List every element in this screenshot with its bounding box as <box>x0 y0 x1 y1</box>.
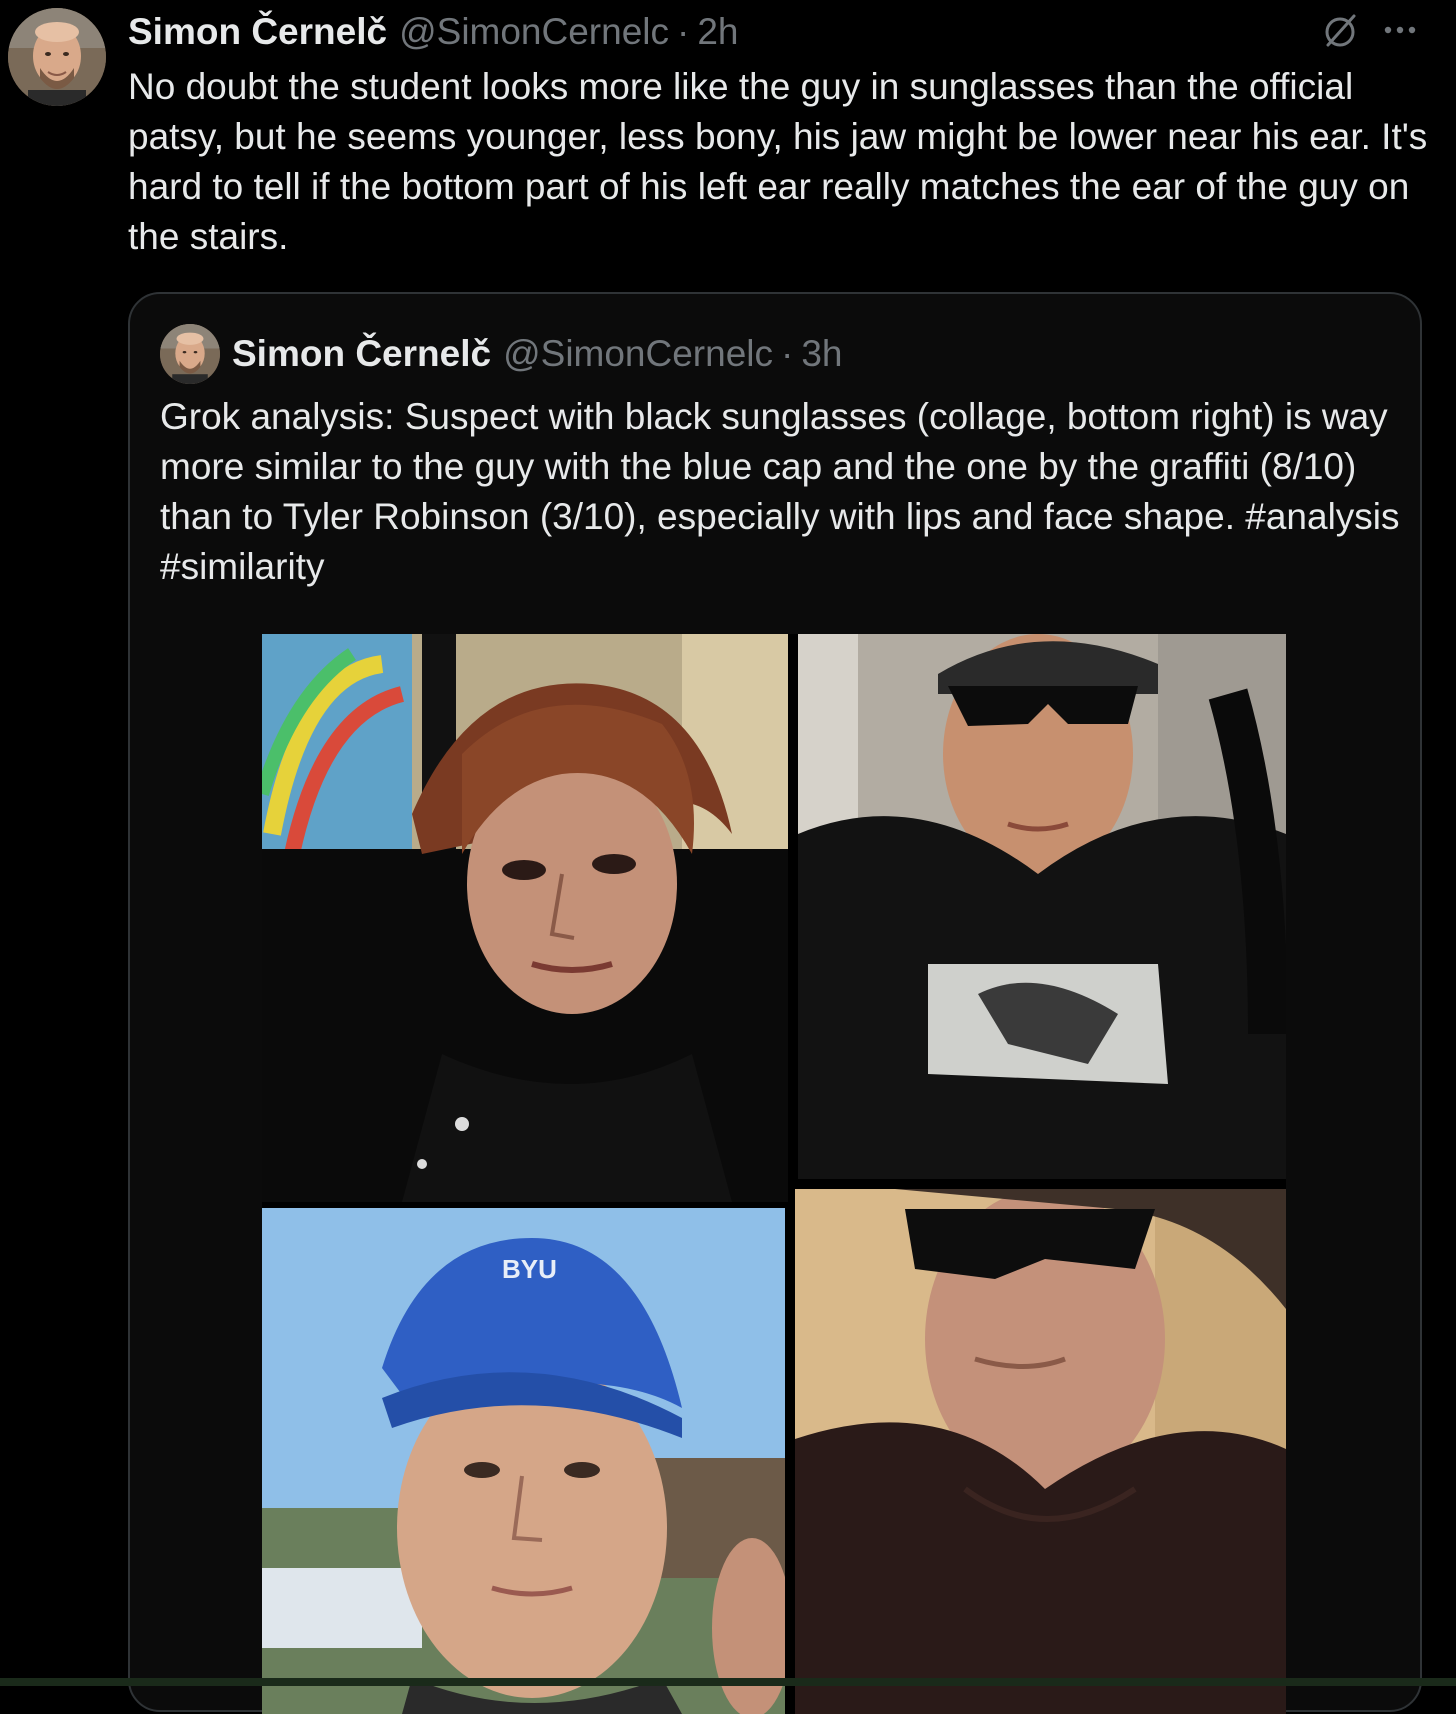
more-dots-icon[interactable] <box>1380 10 1420 50</box>
bottom-divider <box>0 1678 1456 1686</box>
post-time[interactable]: 2h <box>697 11 738 53</box>
quoted-tweet-header: Simon Černelč @SimonCernelc · 3h <box>232 324 843 384</box>
author-name[interactable]: Simon Černelč <box>128 11 387 53</box>
separator-dot: · <box>781 333 794 374</box>
quoted-tweet[interactable]: Simon Černelč @SimonCernelc · 3h Grok an… <box>128 292 1422 1714</box>
photo-top-left[interactable] <box>262 634 788 1202</box>
tweet-header: Simon Černelč @SimonCernelc · 2h <box>128 6 739 58</box>
photo-top-right[interactable] <box>798 634 1286 1179</box>
photo-bottom-left[interactable]: BYU <box>262 1208 785 1714</box>
quoted-author-name: Simon Černelč <box>232 333 492 374</box>
separator-dot: · <box>677 11 690 52</box>
quoted-post-time: 3h <box>801 333 843 374</box>
quoted-tweet-text: Grok analysis: Suspect with black sungla… <box>160 396 1400 587</box>
photo-bottom-right[interactable] <box>795 1189 1286 1714</box>
quoted-author-avatar <box>160 324 220 384</box>
quoted-media-collage[interactable]: BYU <box>262 634 1286 1714</box>
author-handle[interactable]: @SimonCernelc <box>399 11 669 53</box>
quoted-author-handle: @SimonCernelc <box>503 333 774 374</box>
grok-slashed-circle-icon[interactable] <box>1320 10 1360 50</box>
cap-text: BYU <box>502 1254 557 1284</box>
tweet[interactable]: Simon Černelč @SimonCernelc · 2h No doub… <box>0 0 1456 1714</box>
author-avatar[interactable] <box>8 8 106 106</box>
tweet-text: No doubt the student looks more like the… <box>128 66 1428 257</box>
tweet-actions <box>1320 10 1420 50</box>
